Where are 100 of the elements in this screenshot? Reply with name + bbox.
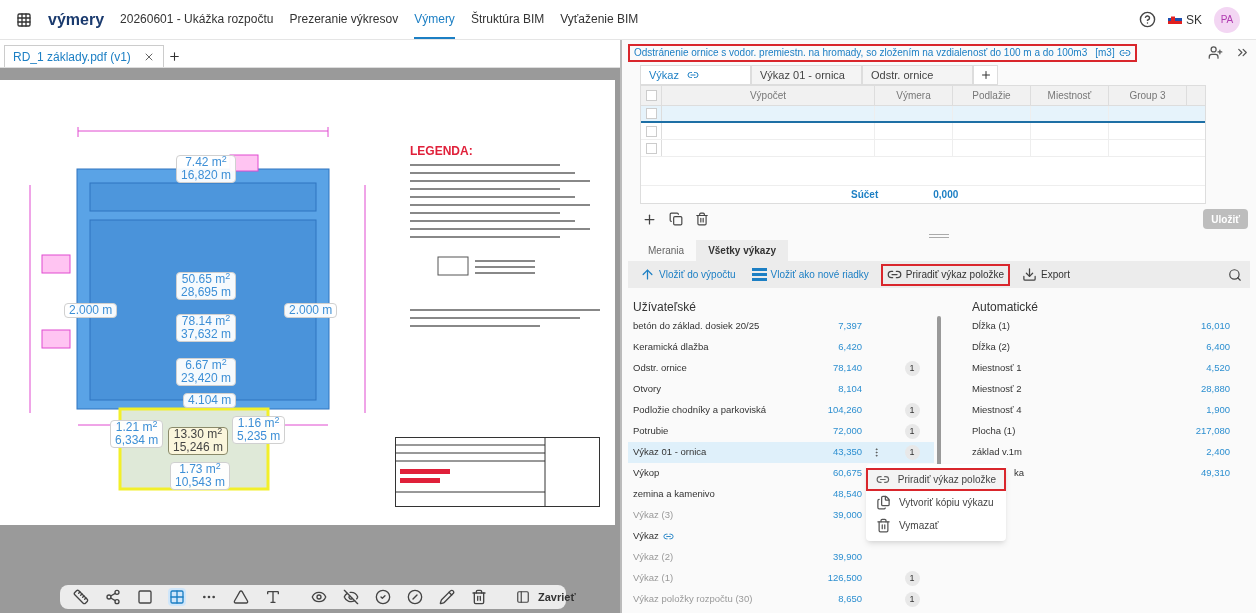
tool-button[interactable] <box>374 588 392 606</box>
rows-icon <box>751 268 767 281</box>
row-checkbox[interactable] <box>645 142 657 154</box>
report-value: 217,080 <box>1195 424 1230 439</box>
nav-link[interactable]: Štruktúra BIM <box>470 0 545 39</box>
measurement-label[interactable]: 1.73 m$^{2}$ 10,543 m <box>170 462 231 490</box>
measurement-label[interactable]: 1.21 m$^{2}$ 6,334 m <box>110 420 164 448</box>
panel-tab[interactable]: Merania <box>636 240 697 261</box>
item-title[interactable]: Odstránenie ornice s vodor. premiestn. na hromady, so zložením na vzdialenosť do 100 m a do 100m3 [m3] <box>628 43 1137 62</box>
action-button[interactable]: Vložiť ako nové riadky <box>747 263 873 286</box>
report-row[interactable]: Otvory 8,104 <box>628 379 934 400</box>
apps-grid-icon[interactable] <box>16 11 32 28</box>
report-name: Potrubie <box>633 424 670 439</box>
tool-button[interactable] <box>136 588 154 606</box>
report-row[interactable]: základ v.1m 2,400 <box>972 442 1230 463</box>
action-button[interactable]: Vložiť do výpočtu <box>636 263 740 286</box>
report-name: Výkaz (1) <box>633 571 675 586</box>
report-name: Výkaz <box>633 529 862 544</box>
tool-button[interactable] <box>470 588 488 606</box>
menu-item[interactable]: Vymazať <box>866 514 1006 537</box>
report-name: Výkaz 01 - ornica <box>633 445 708 460</box>
report-value: 6,400 <box>1206 340 1230 355</box>
language-selector[interactable]: SK <box>1168 10 1202 29</box>
tool-button[interactable] <box>104 588 122 606</box>
nav-link[interactable]: 20260601 - Ukážka rozpočtu <box>120 0 274 39</box>
tool-button[interactable] <box>342 588 360 606</box>
report-value: 60,675 <box>831 466 862 481</box>
report-value: 4,520 <box>1206 361 1230 376</box>
search-icon[interactable] <box>1228 267 1242 282</box>
report-row[interactable]: Dĺžka (1) 16,010 <box>972 316 1230 337</box>
report-row[interactable]: Výkaz (2) 39,900 <box>628 547 934 568</box>
tool-button[interactable] <box>72 588 90 606</box>
trash-icon[interactable] <box>695 212 709 226</box>
count-badge: 1 <box>904 403 920 418</box>
report-row[interactable]: Výkaz 01 - ornica 43,350 1 <box>628 442 934 463</box>
table-row[interactable] <box>641 106 1205 123</box>
report-name: Dĺžka (2) <box>972 340 1011 355</box>
resize-handle-icon[interactable] <box>929 234 949 238</box>
panel-tab[interactable]: Všetky výkazy <box>696 240 788 261</box>
help-icon[interactable] <box>1139 11 1156 28</box>
add-sheet-button[interactable] <box>973 65 998 85</box>
measurement-label[interactable]: 13.30 m$^{2}$ 15,246 m <box>168 427 229 455</box>
flag-icon <box>1168 15 1182 24</box>
menu-item[interactable]: Priradiť výkaz položke <box>866 468 1006 491</box>
report-name: Výkop <box>633 466 661 481</box>
add-user-icon[interactable] <box>1208 45 1223 60</box>
copy-icon[interactable] <box>669 212 683 226</box>
count-badge: 1 <box>904 424 920 439</box>
report-name: základ v.1m <box>972 445 1023 460</box>
report-row[interactable]: Miestnosť 2 28,880 <box>972 379 1230 400</box>
report-row[interactable]: Podložie chodníky a parkoviská 104,260 1 <box>628 400 934 421</box>
measurement-label[interactable]: 1.16 m$^{2}$ 5,235 m <box>232 416 286 444</box>
action-button[interactable]: Export <box>1018 263 1074 286</box>
action-button[interactable]: Priradiť výkaz položke <box>880 263 1011 286</box>
column-header: Group 3 <box>1109 86 1187 105</box>
report-name: Keramická dlažba <box>633 340 710 355</box>
tool-button[interactable] <box>264 588 282 606</box>
report-row[interactable]: Odstr. ornice 78,140 1 <box>628 358 934 379</box>
sheet-tab[interactable]: Výkaz <box>640 65 751 85</box>
report-row[interactable]: betón do základ. dosiek 20/25 7,397 <box>628 316 934 337</box>
report-row[interactable]: Miestnosť 4 1,900 <box>972 400 1230 421</box>
report-row[interactable]: Plocha (1) 217,080 <box>972 421 1230 442</box>
sheet-tab[interactable]: Odstr. ornice <box>862 65 973 85</box>
count-badge: 1 <box>904 445 920 460</box>
menu-item[interactable]: Vytvoriť kópiu výkazu <box>866 491 1006 514</box>
report-value: 28,880 <box>1200 382 1230 397</box>
ruler-icon <box>73 589 89 605</box>
report-value: 104,260 <box>826 403 862 418</box>
row-checkbox[interactable] <box>645 108 657 119</box>
unit-label: [m3] <box>1095 46 1115 60</box>
sheet-tab[interactable]: Výkaz 01 - ornica <box>751 65 862 85</box>
measurement-label[interactable]: 6.67 m$^{2}$ 23,420 m <box>176 358 237 386</box>
add-icon <box>979 69 992 81</box>
column-header: Výmera <box>875 86 953 105</box>
measurement-label[interactable]: 78.14 m$^{2}$ 37,632 m <box>176 314 237 342</box>
report-value: 8,104 <box>837 382 862 397</box>
report-row[interactable]: Výkaz (1) 126,500 1 <box>628 568 934 589</box>
add-icon[interactable] <box>168 50 181 63</box>
close-button[interactable]: Zavrieť <box>516 588 576 606</box>
tool-button[interactable] <box>232 588 250 606</box>
measurement-label[interactable]: 50.65 m$^{2}$ 28,695 m <box>176 272 237 300</box>
report-name: zemina a kamenivo <box>633 487 716 502</box>
tool-button[interactable] <box>406 588 424 606</box>
report-row[interactable]: Výkaz položky rozpočtu (30) 8,650 1 <box>628 589 934 610</box>
nav-link[interactable]: Prezeranie výkresov <box>289 0 399 39</box>
report-row[interactable]: Miestnosť 1 4,520 <box>972 358 1230 379</box>
app-logo[interactable]: výmery <box>48 7 105 32</box>
document-tab[interactable]: RD_1 základy.pdf (v1) <box>4 45 164 67</box>
report-row[interactable]: Potrubie 72,000 1 <box>628 421 934 442</box>
add-icon[interactable] <box>642 211 657 227</box>
nav-link[interactable]: Vyťaženie BIM <box>560 0 639 39</box>
tool-button[interactable] <box>438 588 456 606</box>
polyline-icon <box>105 589 121 605</box>
measurement-label[interactable]: 7.42 m$^{2}$ 16,820 m <box>176 155 237 183</box>
item-name: Odstránenie ornice s vodor. premiestn. na hromady, so zložením na vzdialenosť do 100 m a do 100m3 <box>634 46 1088 60</box>
row-checkbox[interactable] <box>645 125 657 137</box>
report-row[interactable]: Keramická dlažba 6,420 <box>628 337 934 358</box>
report-row[interactable]: Dĺžka (2) 6,400 <box>972 337 1230 358</box>
user-avatar[interactable]: PA <box>1214 6 1240 33</box>
header-checkbox[interactable] <box>645 90 657 101</box>
